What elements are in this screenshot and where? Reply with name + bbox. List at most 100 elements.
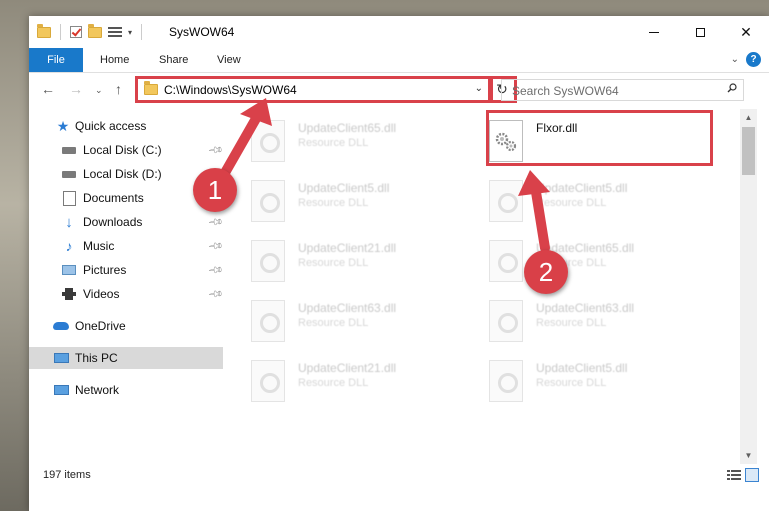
tiles-view-icon[interactable] bbox=[745, 468, 759, 482]
drive-icon bbox=[61, 143, 77, 157]
list-item[interactable]: UpdateClient63.dll Resource DLL bbox=[487, 295, 717, 351]
close-button[interactable]: ✕ bbox=[723, 16, 769, 48]
list-item[interactable]: UpdateClient21.dll Resource DLL bbox=[249, 235, 479, 291]
sidebar-item-label: OneDrive bbox=[75, 319, 126, 333]
pin-icon[interactable]: 📌︎ bbox=[207, 142, 224, 159]
star-icon: ★ bbox=[56, 117, 70, 134]
list-item[interactable]: UpdateClient5.dll Resource DLL bbox=[487, 355, 717, 411]
sidebar-item-label: Videos bbox=[83, 287, 120, 301]
sidebar-item-label: Network bbox=[75, 383, 120, 397]
dll-file-icon bbox=[489, 180, 523, 222]
file-type: Resource DLL bbox=[298, 257, 369, 269]
status-bar: 197 items bbox=[29, 466, 769, 488]
chevron-down-icon[interactable]: ⌄ bbox=[731, 54, 739, 65]
file-name: UpdateClient5.dll bbox=[298, 181, 390, 195]
sidebar-item-this-pc[interactable]: This PC bbox=[29, 347, 223, 369]
pin-icon[interactable]: 📌︎ bbox=[207, 214, 224, 231]
search-input[interactable] bbox=[510, 83, 714, 99]
file-name: UpdateClient21.dll bbox=[298, 241, 397, 255]
monitor-icon bbox=[53, 351, 69, 365]
ribbon-tabs: File Home Share View ⌄ ? bbox=[29, 48, 769, 73]
tab-home[interactable]: Home bbox=[100, 48, 129, 72]
sidebar-item-label: Music bbox=[83, 239, 115, 253]
title-bar: ▾ SysWOW64 ✕ bbox=[29, 16, 769, 48]
sidebar-item-quick-access[interactable]: ★ Quick access bbox=[29, 115, 223, 137]
maximize-icon bbox=[695, 27, 705, 37]
details-view-icon[interactable] bbox=[727, 469, 741, 481]
list-item[interactable]: UpdateClient65.dll Resource DLL bbox=[487, 235, 717, 291]
customize-toolbar-icon[interactable]: ▾ bbox=[128, 28, 132, 37]
window-controls: ✕ bbox=[631, 16, 769, 48]
list-item[interactable]: UpdateClient5.dll Resource DLL bbox=[487, 175, 717, 231]
up-arrow-icon[interactable]: ↑ bbox=[115, 81, 122, 97]
sidebar-item-onedrive[interactable]: OneDrive bbox=[29, 315, 223, 337]
dll-file-icon bbox=[251, 120, 285, 162]
sidebar-item-network[interactable]: Network bbox=[29, 379, 223, 401]
download-arrow-icon: ↓ bbox=[65, 213, 73, 231]
pictures-icon bbox=[61, 263, 77, 277]
film-icon bbox=[61, 287, 77, 301]
recent-locations-icon[interactable]: ⌄ bbox=[95, 85, 103, 96]
back-arrow-icon[interactable]: ← bbox=[41, 81, 55, 97]
properties-list-icon[interactable] bbox=[108, 26, 122, 38]
sidebar-item-local-disk-c[interactable]: Local Disk (C:) 📌︎ bbox=[29, 139, 224, 161]
search-box[interactable] bbox=[501, 79, 744, 101]
dll-file-icon bbox=[489, 360, 523, 402]
file-type: Resource DLL bbox=[536, 197, 607, 209]
sidebar-item-pictures[interactable]: Pictures 📌︎ bbox=[29, 259, 224, 281]
drive-icon bbox=[61, 167, 77, 181]
sidebar-item-label: Local Disk (C:) bbox=[83, 143, 162, 157]
address-highlight-box bbox=[135, 76, 491, 103]
file-name: UpdateClient5.dll bbox=[536, 361, 628, 375]
help-icon[interactable]: ? bbox=[746, 52, 761, 67]
sidebar-item-label: Downloads bbox=[83, 215, 143, 229]
sidebar-item-music[interactable]: ♪ Music 📌︎ bbox=[29, 235, 224, 257]
tab-view[interactable]: View bbox=[217, 48, 241, 72]
tab-file[interactable]: File bbox=[29, 48, 83, 72]
navigation-pane: ★ Quick access Local Disk (C:) 📌︎ Local … bbox=[29, 115, 224, 467]
pin-icon[interactable]: 📌︎ bbox=[207, 238, 224, 255]
network-icon bbox=[53, 383, 69, 397]
scroll-down-icon[interactable]: ▼ bbox=[740, 447, 757, 464]
item-count: 197 items bbox=[43, 469, 91, 481]
list-item[interactable]: UpdateClient21.dll Resource DLL bbox=[249, 355, 479, 411]
dll-file-icon bbox=[251, 180, 285, 222]
sidebar-item-downloads[interactable]: ↓ Downloads 📌︎ bbox=[29, 211, 224, 233]
pin-icon[interactable]: 📌︎ bbox=[207, 262, 224, 279]
minimize-icon bbox=[649, 31, 659, 33]
file-name: UpdateClient21.dll bbox=[298, 361, 397, 375]
file-name: UpdateClient5.dll bbox=[536, 181, 628, 195]
close-icon: ✕ bbox=[740, 23, 752, 40]
explorer-window: ▾ SysWOW64 ✕ File Home Share View ⌄ ? ← … bbox=[29, 16, 769, 511]
minimize-button[interactable] bbox=[631, 16, 677, 48]
list-item[interactable]: UpdateClient5.dll Resource DLL bbox=[249, 175, 479, 231]
list-item[interactable]: UpdateClient63.dll Resource DLL bbox=[249, 295, 479, 351]
dll-file-icon bbox=[251, 360, 285, 402]
properties-check-icon[interactable] bbox=[70, 26, 82, 38]
forward-arrow-icon[interactable]: → bbox=[69, 81, 83, 97]
cloud-icon bbox=[53, 319, 69, 333]
list-item[interactable]: UpdateClient65.dll Resource DLL bbox=[249, 115, 479, 171]
dll-file-icon bbox=[251, 240, 285, 282]
new-folder-icon[interactable] bbox=[88, 23, 102, 38]
tab-share[interactable]: Share bbox=[159, 48, 188, 72]
sidebar-item-videos[interactable]: Videos 📌︎ bbox=[29, 283, 224, 305]
sidebar-item-label: Local Disk (D:) bbox=[83, 167, 162, 181]
search-icon[interactable] bbox=[727, 83, 737, 93]
documents-icon bbox=[61, 190, 77, 206]
vertical-scrollbar[interactable]: ▲ ▼ bbox=[740, 109, 757, 464]
file-highlight-box bbox=[486, 110, 713, 166]
pin-icon[interactable]: 📌︎ bbox=[207, 286, 224, 303]
file-name: UpdateClient63.dll bbox=[536, 301, 635, 315]
navigation-bar: ← → ⌄ ↑ C:\Windows\SysWOW64 ⌄ ↻ bbox=[29, 73, 769, 107]
sidebar-item-label: Pictures bbox=[83, 263, 127, 277]
toolbar-separator bbox=[141, 24, 143, 40]
toolbar-separator bbox=[60, 24, 61, 40]
maximize-button[interactable] bbox=[677, 16, 723, 48]
file-type: Resource DLL bbox=[298, 317, 369, 329]
window-title: SysWOW64 bbox=[169, 25, 235, 39]
folder-icon bbox=[37, 23, 51, 38]
scroll-thumb[interactable] bbox=[742, 127, 755, 175]
scroll-up-icon[interactable]: ▲ bbox=[740, 109, 757, 126]
file-type: Resource DLL bbox=[536, 317, 607, 329]
